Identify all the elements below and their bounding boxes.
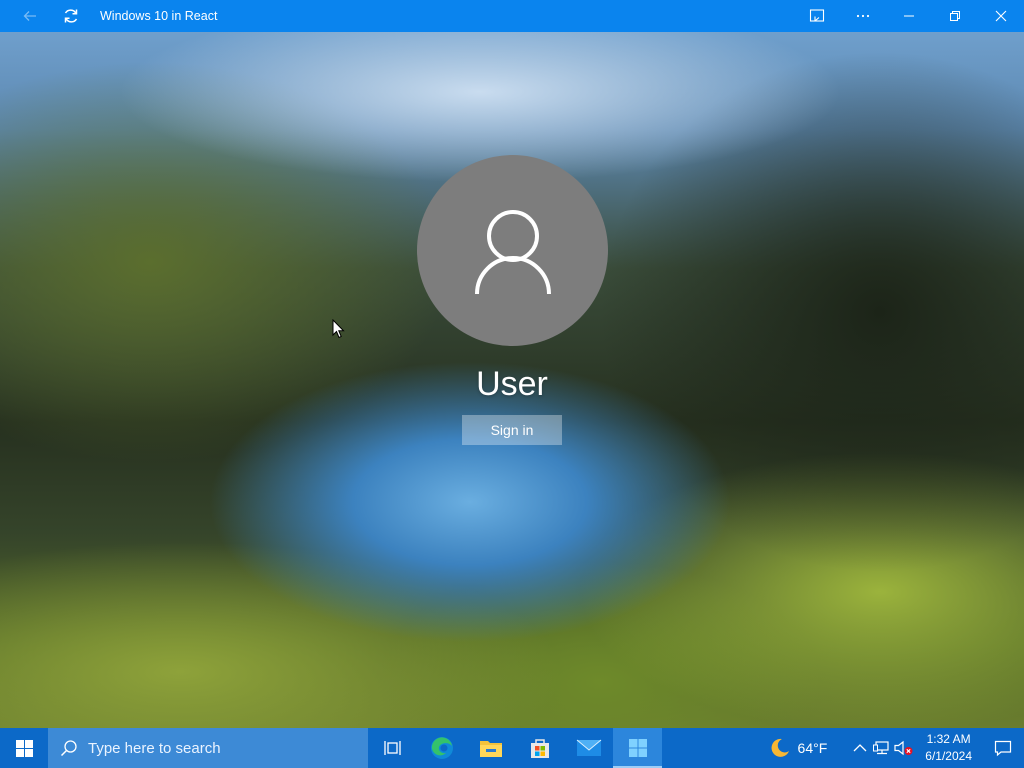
edge-icon bbox=[430, 737, 453, 759]
refresh-icon bbox=[64, 9, 78, 23]
close-button[interactable] bbox=[978, 0, 1024, 32]
task-view-button[interactable] bbox=[368, 728, 417, 768]
search-box[interactable]: Type here to search bbox=[48, 728, 368, 768]
network-button[interactable] bbox=[871, 728, 893, 768]
mouse-cursor-icon bbox=[332, 319, 345, 339]
more-icon bbox=[856, 14, 870, 18]
windows-logo-icon bbox=[15, 739, 33, 757]
user-avatar bbox=[417, 155, 608, 346]
mail-icon bbox=[576, 739, 601, 756]
file-explorer-button[interactable] bbox=[466, 728, 515, 768]
more-button[interactable] bbox=[840, 0, 886, 32]
window-title: Windows 10 in React bbox=[100, 9, 218, 23]
restore-icon bbox=[950, 11, 960, 21]
taskbar: Type here to search 64°F 1:32 AM 6/1/202… bbox=[0, 728, 1024, 768]
clock-time: 1:32 AM bbox=[926, 732, 971, 746]
minimize-button[interactable] bbox=[886, 0, 932, 32]
action-center-icon bbox=[994, 740, 1012, 757]
chevron-up-icon bbox=[853, 744, 867, 752]
clock-date: 6/1/2024 bbox=[925, 749, 972, 763]
clock[interactable]: 1:32 AM 6/1/2024 bbox=[915, 731, 982, 765]
store-icon bbox=[530, 739, 549, 758]
task-view-icon bbox=[383, 741, 401, 755]
start-button[interactable] bbox=[0, 728, 48, 768]
network-icon bbox=[873, 741, 889, 755]
mail-button[interactable] bbox=[564, 728, 613, 768]
search-placeholder: Type here to search bbox=[88, 739, 221, 757]
moon-icon bbox=[771, 738, 789, 757]
temperature: 64°F bbox=[797, 740, 828, 756]
user-icon bbox=[474, 209, 551, 294]
user-name: User bbox=[476, 365, 548, 403]
cast-icon bbox=[809, 9, 825, 22]
back-button[interactable] bbox=[0, 0, 60, 32]
back-arrow-icon bbox=[23, 11, 36, 21]
minimize-icon bbox=[904, 15, 914, 17]
sign-in-button[interactable]: Sign in bbox=[462, 415, 562, 445]
close-icon bbox=[995, 10, 1007, 22]
file-explorer-icon bbox=[479, 741, 502, 757]
windows-app-icon bbox=[628, 739, 647, 757]
volume-button[interactable] bbox=[893, 728, 915, 768]
windows-app-button[interactable] bbox=[613, 728, 662, 768]
lock-screen: User Sign in bbox=[0, 32, 1024, 728]
search-icon bbox=[60, 740, 77, 757]
restore-button[interactable] bbox=[932, 0, 978, 32]
cast-button[interactable] bbox=[794, 0, 840, 32]
show-hidden-icons-button[interactable] bbox=[849, 728, 871, 768]
store-button[interactable] bbox=[515, 728, 564, 768]
volume-muted-icon bbox=[894, 740, 913, 756]
edge-button[interactable] bbox=[417, 728, 466, 768]
title-bar: Windows 10 in React bbox=[0, 0, 1024, 32]
action-center-button[interactable] bbox=[982, 728, 1024, 768]
weather-widget[interactable]: 64°F bbox=[760, 728, 836, 768]
refresh-button[interactable] bbox=[60, 0, 82, 32]
